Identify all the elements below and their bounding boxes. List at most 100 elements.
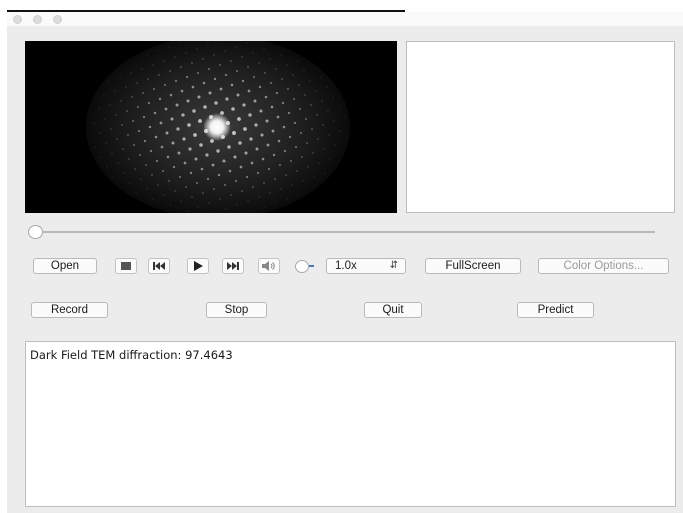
diffraction-spot [174, 79, 178, 83]
quit-button[interactable]: Quit [364, 302, 422, 318]
diffraction-spot [103, 94, 105, 96]
diffraction-spot [205, 153, 209, 157]
diffraction-spot [153, 111, 157, 115]
diffraction-spot [195, 181, 199, 185]
play-button[interactable] [187, 258, 209, 274]
diffraction-spot [237, 117, 241, 121]
predict-button[interactable]: Predict [517, 302, 594, 318]
diffraction-spot [239, 165, 243, 169]
fullscreen-button[interactable]: FullScreen [425, 258, 521, 274]
close-window-button[interactable] [13, 15, 22, 24]
diffraction-spot [248, 113, 252, 117]
skip-back-button[interactable] [148, 258, 170, 274]
diffraction-spot [213, 188, 215, 190]
diffraction-spot [275, 91, 279, 95]
diffraction-spot [230, 83, 234, 87]
skip-back-icon [153, 262, 165, 270]
diffraction-spot [157, 50, 159, 52]
diffraction-spot [249, 137, 253, 141]
diffraction-spot [146, 188, 148, 190]
diffraction-spot [142, 115, 146, 119]
diffraction-spot [287, 88, 289, 90]
diffraction-spot [180, 89, 184, 93]
diffraction-spot [332, 96, 334, 98]
diffraction-spot [158, 97, 162, 101]
diffraction-spot [191, 85, 195, 89]
diffraction-spot [177, 151, 181, 155]
diffraction-spot [104, 118, 106, 120]
play-icon [193, 261, 203, 271]
seek-slider-track[interactable] [35, 231, 655, 233]
diffraction-spot [163, 60, 165, 62]
zoom-window-button[interactable] [53, 15, 62, 24]
diffraction-spot [197, 206, 199, 208]
diffraction-spot [202, 81, 206, 85]
diffraction-spot [202, 58, 204, 60]
diffraction-spot [202, 192, 204, 194]
diffraction-spot [206, 177, 210, 181]
preview-panel [406, 41, 675, 213]
volume-slider-handle[interactable] [295, 260, 309, 273]
diffraction-spot [286, 64, 288, 66]
diffraction-spot [306, 142, 308, 144]
skip-forward-button[interactable] [222, 258, 244, 274]
record-button[interactable]: Record [31, 302, 108, 318]
diffraction-spot [145, 164, 147, 166]
diffraction-spot [224, 50, 226, 52]
stop-button[interactable]: Stop [206, 302, 267, 318]
output-text-area[interactable]: Dark Field TEM diffraction: 97.4643 [25, 341, 676, 507]
diffraction-spot [114, 90, 116, 92]
diffraction-spot [261, 157, 265, 161]
speed-select[interactable]: 1.0x ⇵ [326, 258, 406, 274]
diffraction-spot [125, 86, 127, 88]
open-button[interactable]: Open [33, 258, 97, 274]
diffraction-spot [316, 114, 318, 116]
diffraction-spot [100, 156, 102, 158]
mute-button[interactable] [258, 258, 280, 274]
color-options-button[interactable]: Color Options... [538, 258, 669, 274]
diffraction-spot [329, 158, 331, 160]
diffraction-image [25, 41, 397, 213]
diffraction-spot [216, 149, 220, 153]
diffraction-spot [282, 125, 286, 129]
diffraction-spot [182, 137, 186, 141]
diffraction-spot [326, 86, 328, 88]
diffraction-spot [111, 152, 113, 154]
diffraction-spot [158, 74, 160, 76]
diffraction-spot [168, 180, 170, 182]
diffraction-spot [180, 200, 182, 202]
diffraction-spot [193, 133, 197, 137]
diffraction-spot [338, 106, 340, 108]
diffraction-spot [263, 182, 265, 184]
diffraction-spot [152, 198, 154, 200]
diffraction-spot [253, 99, 257, 103]
diffraction-spot [228, 169, 232, 173]
diffraction-spot [194, 157, 198, 161]
diffraction-spot [122, 148, 124, 150]
diffraction-spot [293, 121, 297, 125]
diffraction-spot [311, 128, 313, 130]
title-bar [7, 12, 683, 26]
diffraction-spot [171, 141, 175, 145]
seek-slider-handle[interactable] [28, 225, 43, 239]
diffraction-spot [178, 175, 182, 179]
diffraction-spot [298, 84, 300, 86]
diffraction-spot [148, 125, 152, 129]
diffraction-spot [272, 153, 276, 157]
diffraction-spot [137, 106, 139, 108]
diffraction-spot [303, 70, 305, 72]
diffraction-spot [141, 68, 143, 70]
diffraction-spot [211, 163, 215, 167]
minimize-window-button[interactable] [33, 15, 42, 24]
diffraction-spot [281, 78, 283, 80]
diffraction-spot [161, 169, 165, 173]
diffraction-spot [294, 145, 298, 149]
diffraction-spot [175, 103, 179, 107]
diffraction-spot [130, 72, 132, 74]
diffraction-spot [169, 70, 171, 72]
stop-playback-button[interactable] [115, 258, 137, 274]
diffraction-spot [241, 79, 245, 83]
diffraction-spot [120, 100, 122, 102]
diffraction-spot [152, 64, 154, 66]
diffraction-spot [285, 174, 287, 176]
